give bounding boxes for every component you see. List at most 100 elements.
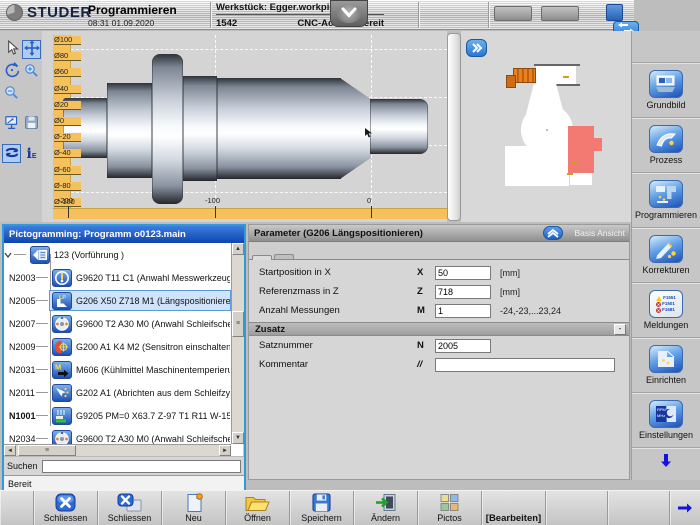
tree-twig — [36, 323, 48, 324]
scroll-left-button[interactable]: ◄ — [4, 445, 16, 456]
softkey-next-page[interactable] — [669, 491, 700, 525]
header-separator — [488, 2, 489, 28]
program-line-row[interactable]: N2009 G200 A1 K4 M2 (Sensitron einschalt… — [4, 335, 231, 358]
rotate-button[interactable] — [2, 62, 21, 81]
field-input[interactable] — [435, 266, 491, 280]
softkey-speichern[interactable]: Speichern — [289, 491, 353, 525]
tree-collapse-icon[interactable] — [4, 250, 14, 260]
sidebar-item-einstellungen[interactable]: RPMMHz Einstellungen — [632, 393, 700, 448]
sidebar-item-prozess[interactable]: Prozess — [632, 118, 700, 173]
graphics-toolbar: iE — [0, 31, 42, 222]
scroll-up-button[interactable]: ▲ — [232, 243, 244, 255]
section-collapse-button[interactable]: - — [614, 324, 626, 335]
softkey-pictos[interactable]: Pictos — [417, 491, 481, 525]
program-tree: 123 (Vorführung ) N2003 G9620 T11 C1 (An… — [4, 243, 231, 444]
search-input[interactable] — [42, 460, 241, 473]
grundbild-icon — [649, 70, 683, 98]
tree-twig — [14, 254, 26, 255]
softkey-schliessen[interactable]: Schliessen — [97, 491, 161, 525]
search-label: Suchen — [7, 461, 38, 471]
program-line-row[interactable]: N2011 G202 A1 (Abrichten aus dem Schleif… — [4, 381, 231, 404]
save-view-icon — [24, 115, 39, 133]
field-label: Anzahl Messungen — [259, 305, 417, 316]
scroll-down-button[interactable]: ▼ — [232, 432, 244, 444]
scrollbar-thumb[interactable]: ≡ — [18, 445, 76, 456]
program-line-text: G9600 T2 A30 M0 (Anwahl Schleifschei — [76, 319, 231, 329]
block-number: N2031 — [4, 365, 36, 375]
save-view-button[interactable] — [22, 114, 41, 133]
softkey-empty — [0, 491, 33, 525]
rotate-icon — [4, 62, 20, 81]
field-label: Kommentar — [259, 359, 417, 370]
softkey-empty — [607, 491, 669, 525]
header-status-icons — [586, 4, 643, 21]
pictogramming-title: Pictogramming: Programm o0123.main — [4, 226, 244, 243]
tree-twig — [36, 369, 48, 370]
sidebar-item-programmieren[interactable]: Programmieren — [632, 173, 700, 228]
tab-hilfe[interactable] — [274, 254, 294, 259]
refresh-button[interactable] — [2, 144, 21, 163]
sidebar-item-korrekturen[interactable]: Korrekturen — [632, 228, 700, 283]
zoom-in-button[interactable] — [22, 62, 41, 81]
program-line-row[interactable]: 123 (Vorführung ) — [4, 243, 231, 266]
tool-position-label — [563, 76, 569, 78]
program-line-text: 123 (Vorführung ) — [54, 250, 124, 260]
field-input[interactable] — [435, 304, 491, 318]
grinding-wheel-icon — [52, 315, 72, 333]
program-line-row[interactable]: N2003 G9620 T11 C1 (Anwahl Messwerkzeug) — [4, 266, 231, 289]
softkey-öffnen[interactable]: Öffnen — [225, 491, 289, 525]
sidebar-item-grundbild[interactable]: Grundbild — [632, 63, 700, 118]
pointer-button[interactable] — [2, 40, 21, 59]
sidebar-item-einrichten[interactable]: Einrichten — [632, 338, 700, 393]
workpiece-graphics-area[interactable]: Ø100Ø80Ø60Ø40Ø20Ø0Ø-20Ø-40Ø-60Ø-80Ø-100 … — [42, 31, 447, 222]
field-label: Satznummer — [259, 340, 417, 351]
tree-horizontal-scrollbar[interactable]: ◄ ≡ ► — [4, 444, 231, 456]
machine-view-expand-button[interactable] — [466, 39, 487, 57]
tab-parameter[interactable] — [252, 255, 272, 260]
program-line-row[interactable]: N2007 G9600 T2 A30 M0 (Anwahl Schleifsch… — [4, 312, 231, 335]
program-line-row[interactable]: N2034 G9600 T2 A30 M0 (Anwahl Schleifsch… — [4, 427, 231, 444]
new-file-icon — [184, 493, 204, 512]
tree-vertical-scrollbar[interactable]: ▲ ≡ ▼ — [231, 243, 244, 444]
diameter-axis-label: Ø-60 — [54, 166, 81, 175]
field-input[interactable] — [435, 339, 491, 353]
status-badge — [494, 6, 532, 21]
program-line-row[interactable]: N1001 G9205 PM=0 X63.7 Z-97 T1 R11 W-15 … — [4, 404, 231, 427]
header-expand-button[interactable] — [330, 0, 368, 27]
program-line-row[interactable]: N2005 LP G206 X50 Z718 M1 (Längsposition… — [4, 289, 231, 312]
cycle-icon — [52, 407, 72, 425]
status-bar: Bereit — [4, 475, 244, 491]
softkey-schliessen[interactable]: Schliessen — [33, 491, 97, 525]
softkey-bearbeiten[interactable]: [Bearbeiten] — [481, 491, 545, 525]
field-letter: M — [417, 305, 435, 316]
program-line-row[interactable]: N2031 M M606 (Kühlmittel Maschinentemper… — [4, 358, 231, 381]
field-input[interactable] — [435, 285, 491, 299]
gridline — [71, 192, 447, 193]
save-icon — [312, 493, 331, 512]
sidebar-item-meldungen[interactable]: F1551✕F1501✕F1681 Meldungen — [632, 283, 700, 338]
softkey-neu[interactable]: Neu — [161, 491, 225, 525]
field-input[interactable] — [435, 358, 615, 372]
zoom-out-button[interactable] — [2, 84, 21, 103]
scroll-right-button[interactable]: ► — [219, 445, 231, 456]
diameter-axis-label: Ø40 — [54, 85, 81, 94]
korrekturen-icon — [649, 235, 683, 263]
field-hint: [mm] — [500, 268, 520, 278]
status-badge — [541, 6, 579, 21]
softkey-ändern[interactable]: Ändern — [353, 491, 417, 525]
fit-screen-button[interactable] — [2, 114, 21, 133]
graphics-vertical-scrollbar[interactable] — [447, 33, 461, 221]
diameter-axis-label: Ø60 — [54, 68, 81, 77]
pan-button[interactable] — [22, 40, 41, 59]
double-chevron-up-icon — [547, 226, 559, 241]
block-number: N2005 — [4, 296, 36, 306]
panel-collapse-button[interactable] — [543, 226, 563, 240]
info-button[interactable]: iE — [22, 144, 41, 163]
z-axis-label: 0 — [367, 196, 371, 205]
fit-screen-icon — [4, 115, 20, 133]
program-line-text: G206 X50 Z718 M1 (Längspositionieren — [76, 296, 231, 306]
tree-twig — [36, 300, 48, 301]
einrichten-icon — [649, 345, 683, 373]
sidebar-more-button[interactable] — [632, 448, 700, 478]
scrollbar-thumb[interactable]: ≡ — [232, 311, 244, 337]
